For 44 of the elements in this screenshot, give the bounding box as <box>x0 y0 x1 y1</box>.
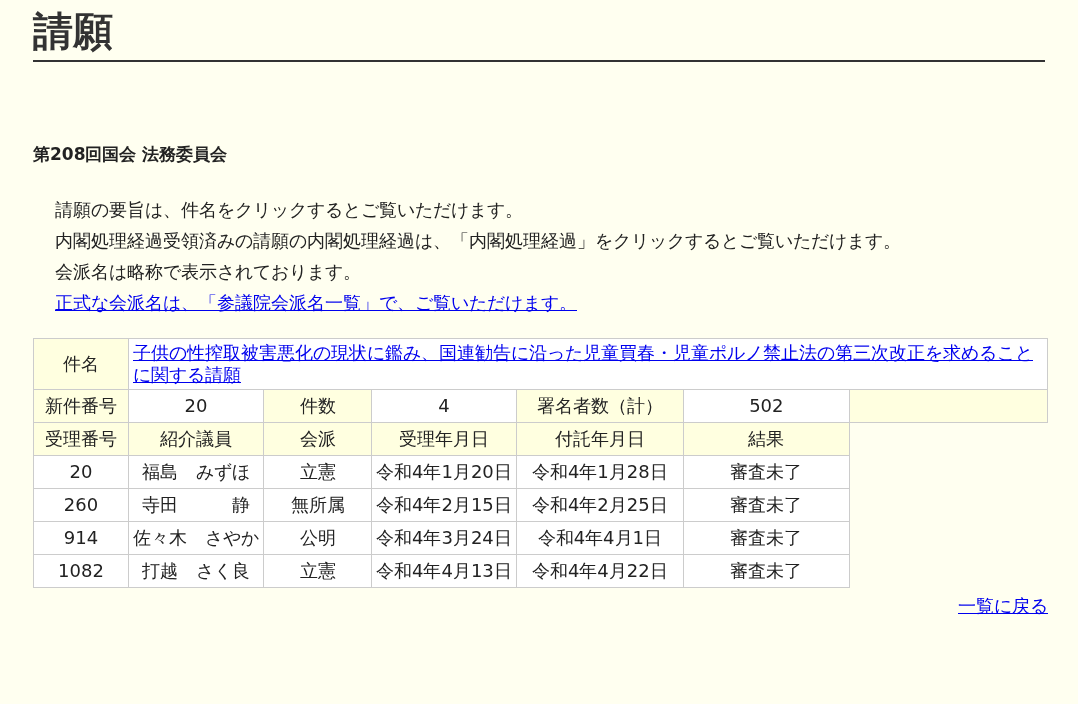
table-cell: 立憲 <box>263 554 372 587</box>
summary-value: 502 <box>683 389 850 422</box>
table-cell: 福島 みずほ <box>128 455 264 488</box>
table-cell: 公明 <box>263 521 372 554</box>
table-cell: 令和4年2月25日 <box>516 488 684 521</box>
subject-label: 件名 <box>33 338 129 389</box>
table-cell: 審査未了 <box>683 455 850 488</box>
table-cell: 寺田 静 <box>128 488 264 521</box>
table-cell: 佐々木 さやか <box>128 521 264 554</box>
summary-label: 件数 <box>263 389 372 422</box>
column-header: 付託年月日 <box>516 422 684 455</box>
column-header: 紹介議員 <box>128 422 264 455</box>
summary-label: 新件番号 <box>33 389 129 422</box>
summary-value: 4 <box>371 389 517 422</box>
page-title: 請願 <box>33 6 113 56</box>
summary-label: 署名者数（計） <box>516 389 684 422</box>
table-cell: 審査未了 <box>683 521 850 554</box>
table-cell: 審査未了 <box>683 554 850 587</box>
faction-list-link[interactable]: 正式な会派名は、「参議院会派名一覧」で、ご覧いただけます。 <box>55 286 577 318</box>
note-text: 請願の要旨は、件名をクリックするとご覧いただけます。 <box>55 197 523 222</box>
back-to-list-link[interactable]: 一覧に戻る <box>958 591 1048 619</box>
table-cell: 260 <box>33 488 129 521</box>
table-cell: 令和4年1月28日 <box>516 455 684 488</box>
table-cell: 1082 <box>33 554 129 587</box>
column-header: 受理番号 <box>33 422 129 455</box>
table-cell: 令和4年1月20日 <box>371 455 517 488</box>
table-cell: 20 <box>33 455 129 488</box>
table-cell: 令和4年4月13日 <box>371 554 517 587</box>
table-cell: 令和4年4月22日 <box>516 554 684 587</box>
table-cell: 無所属 <box>263 488 372 521</box>
note-text: 内閣処理経過受領済みの請願の内閣処理経過は、「内閣処理経過」をクリックするとご覧いただけます。 <box>55 228 901 253</box>
column-header: 結果 <box>683 422 850 455</box>
table-cell: 914 <box>33 521 129 554</box>
table-cell: 審査未了 <box>683 488 850 521</box>
committee-heading: 第208回国会 法務委員会 <box>33 143 228 166</box>
column-header: 受理年月日 <box>371 422 517 455</box>
table-cell: 令和4年3月24日 <box>371 521 517 554</box>
column-header: 会派 <box>263 422 372 455</box>
table-cell: 打越 さく良 <box>128 554 264 587</box>
note-text: 会派名は略称で表示されております。 <box>55 259 361 284</box>
table-cell: 立憲 <box>263 455 372 488</box>
table-cell: 令和4年2月15日 <box>371 488 517 521</box>
table-cell: 令和4年4月1日 <box>516 521 684 554</box>
summary-value: 20 <box>128 389 264 422</box>
